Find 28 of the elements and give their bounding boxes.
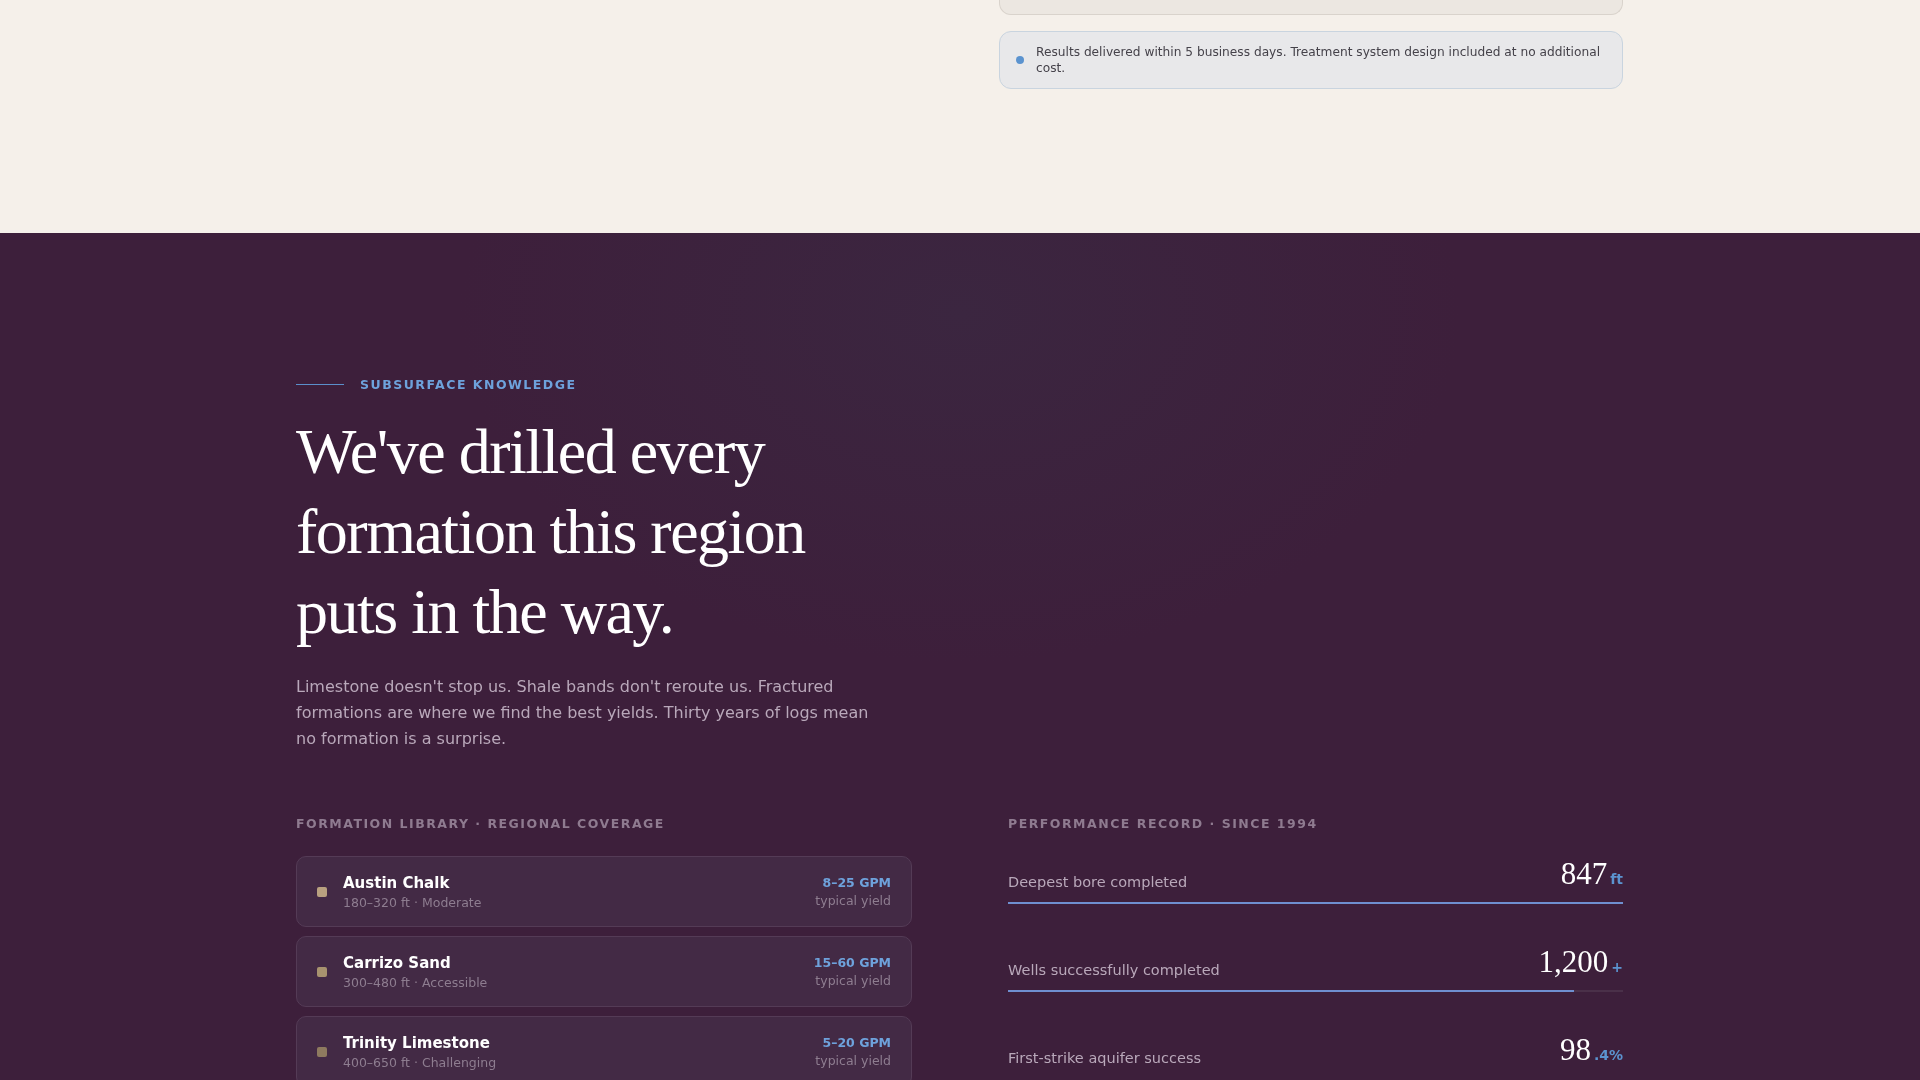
- metric-value: 847: [1560, 856, 1608, 892]
- yield-label: typical yield: [815, 973, 891, 988]
- formation-name: Austin Chalk: [343, 873, 451, 892]
- formation-depth: 180–320 ft · Moderate: [343, 894, 483, 910]
- yield-value: 15–60 GPM: [813, 955, 891, 970]
- intro-paragraph: Limestone doesn't stop us. Shale bands don't reroute us. Fractured formations are where we find the best yields. Thirty years of logs mean no formation is a surprise.: [296, 676, 870, 750]
- yield-value: 8–25 GPM: [822, 875, 891, 890]
- section-headline: We've drilled every formation this region puts in the way.: [296, 415, 807, 649]
- performance-record-label: PERFORMANCE RECORD · SINCE 1994: [1008, 816, 1319, 831]
- yield-label: typical yield: [815, 1053, 891, 1068]
- metric-value: 1,200: [1538, 944, 1609, 980]
- metric-unit: .4%: [1593, 1047, 1623, 1063]
- yield-label: typical yield: [815, 893, 891, 908]
- formation-library-label: FORMATION LIBRARY · REGIONAL COVERAGE: [296, 816, 666, 831]
- formation-depth: 400–650 ft · Challenging: [343, 1054, 498, 1070]
- metric-label: Wells successfully completed: [1008, 962, 1220, 980]
- metric-unit: +: [1611, 959, 1623, 975]
- formation-name: Trinity Limestone: [343, 1033, 491, 1052]
- formation-name: Carrizo Sand: [343, 953, 452, 972]
- metric-label: First-strike aquifer success: [1008, 1050, 1201, 1068]
- note-text: Results delivered within 5 business days. Treatment system design included at no additional cost.: [1036, 44, 1602, 76]
- bullet-dot-icon: [1016, 56, 1024, 64]
- metric-value: 98: [1559, 1032, 1591, 1068]
- metric-unit: ft: [1610, 871, 1623, 887]
- yield-value: 5–20 GPM: [822, 1035, 891, 1050]
- formation-depth: 300–480 ft · Accessible: [343, 974, 489, 990]
- metric-label: Deepest bore completed: [1008, 874, 1188, 892]
- section-eyebrow: SUBSURFACE KNOWLEDGE: [360, 377, 577, 392]
